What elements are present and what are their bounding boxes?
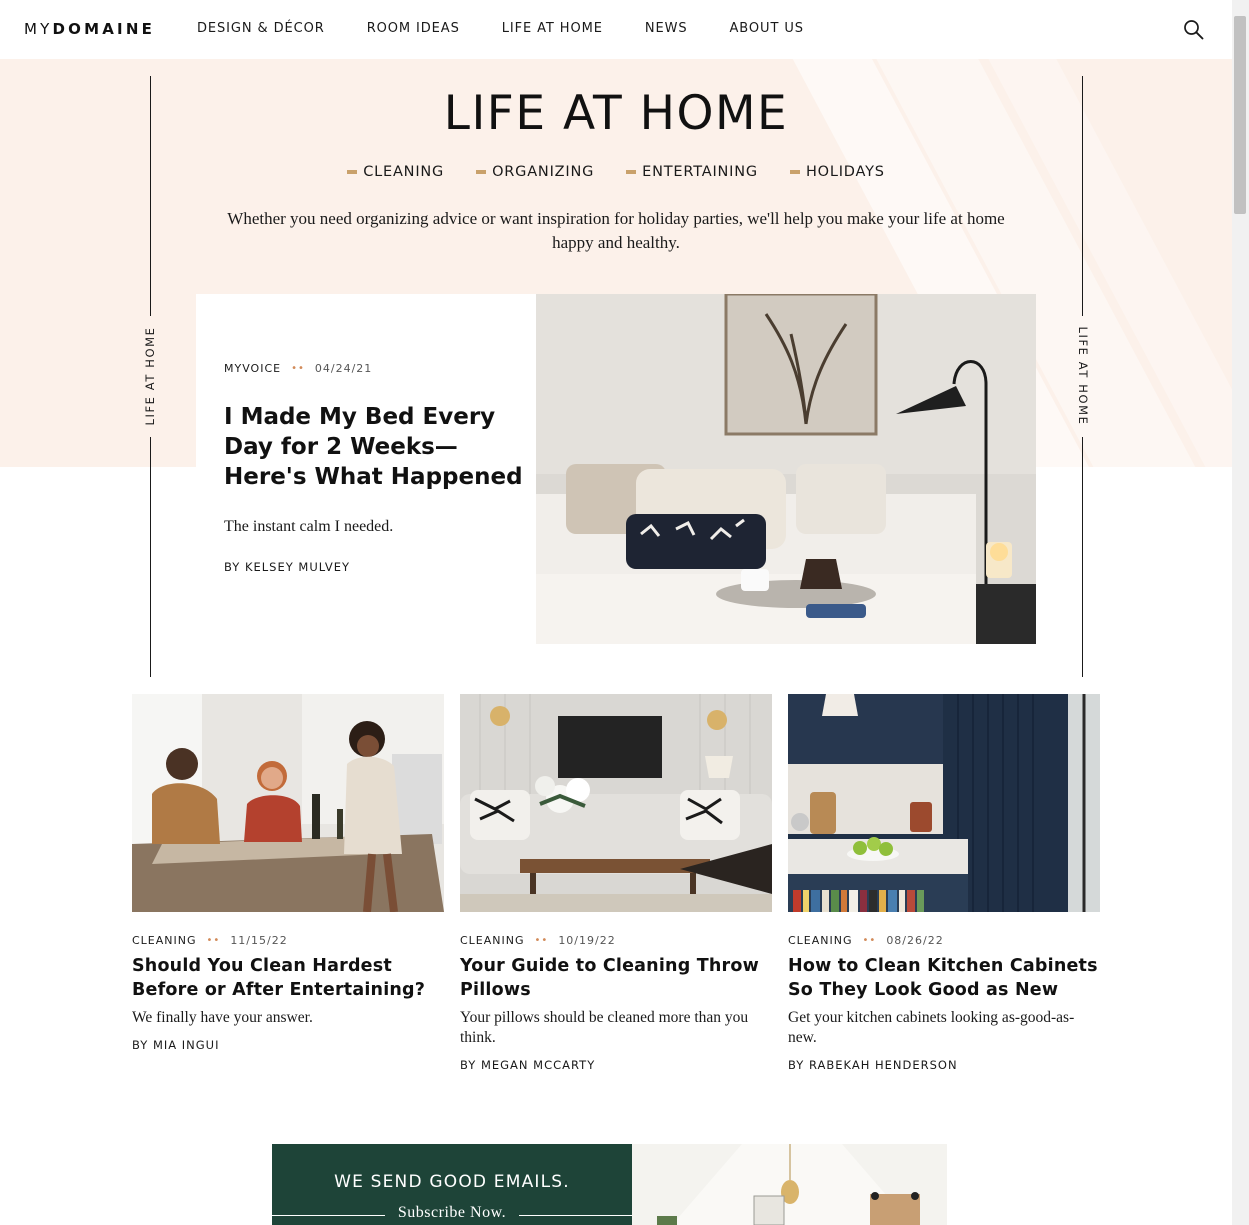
card-dek: Get your kitchen cabinets looking as-goo… xyxy=(788,1009,1075,1046)
subnav-label: HOLIDAYS xyxy=(805,164,885,180)
nav-life-at-home[interactable]: LIFE AT HOME xyxy=(502,21,603,36)
article-card[interactable]: CLEANING •• 08/26/22 How to Clean Kitche… xyxy=(788,694,1100,1072)
dinner-party-photo xyxy=(132,694,444,912)
left-side-label: LIFE AT HOME xyxy=(143,326,157,426)
featured-category[interactable]: MYVOICE xyxy=(224,362,281,375)
scrollbar-thumb[interactable] xyxy=(1234,16,1246,214)
right-side-label: LIFE AT HOME xyxy=(1076,326,1090,426)
subnav-label: CLEANING xyxy=(363,164,445,180)
dash-marker xyxy=(476,170,487,174)
card-date: 11/15/22 xyxy=(230,934,288,947)
dash-marker xyxy=(626,170,637,174)
card-date: 08/26/22 xyxy=(886,934,944,947)
card-category[interactable]: CLEANING xyxy=(132,934,197,947)
article-card[interactable]: CLEANING •• 10/19/22 Your Guide to Clean… xyxy=(460,694,772,1072)
card-meta: CLEANING •• 08/26/22 xyxy=(788,934,1100,947)
featured-byline[interactable]: BY KELSEY MULVEY xyxy=(224,560,350,574)
newsletter-promo: WE SEND GOOD EMAILS. Subscribe Now. xyxy=(272,1144,632,1225)
subnav-cleaning[interactable]: CLEANING xyxy=(347,164,444,180)
newsletter-image xyxy=(632,1144,947,1225)
newsletter-subscribe[interactable]: Subscribe Now. xyxy=(272,1204,632,1224)
search-icon xyxy=(1184,20,1204,40)
search-button[interactable] xyxy=(1182,18,1206,42)
featured-article-card[interactable]: MYVOICE •• 04/24/21 I Made My Bed Every … xyxy=(196,294,536,644)
card-title[interactable]: How to Clean Kitchen Cabinets So They Lo… xyxy=(788,954,1100,1002)
card-image-dinner-party[interactable] xyxy=(132,694,444,912)
card-meta: CLEANING •• 10/19/22 xyxy=(460,934,772,947)
nav-news[interactable]: NEWS xyxy=(645,21,688,36)
article-card[interactable]: CLEANING •• 11/15/22 Should You Clean Ha… xyxy=(132,694,444,1052)
kitchen-photo xyxy=(788,694,1100,912)
meta-dots: •• xyxy=(534,935,549,946)
dash-marker xyxy=(347,170,358,174)
meta-dots: •• xyxy=(291,363,305,374)
card-meta: CLEANING •• 11/15/22 xyxy=(132,934,444,947)
subnav-organizing[interactable]: ORGANIZING xyxy=(476,164,594,180)
featured-meta: MYVOICE •• 04/24/21 xyxy=(224,362,372,375)
newsletter-heading: WE SEND GOOD EMAILS. xyxy=(334,1172,570,1192)
site-logo[interactable]: MYDOMAINE xyxy=(24,20,155,38)
featured-date: 04/24/21 xyxy=(314,362,373,375)
card-category[interactable]: CLEANING xyxy=(460,934,525,947)
subscribe-link[interactable]: Subscribe Now. xyxy=(272,1204,632,1222)
card-title[interactable]: Your Guide to Cleaning Throw Pillows xyxy=(460,954,772,1002)
interior-photo xyxy=(632,1144,947,1225)
left-rail-bottom xyxy=(150,437,151,677)
site-header: MYDOMAINE DESIGN & DÉCOR ROOM IDEAS LIFE… xyxy=(0,0,1232,59)
nav-design-decor[interactable]: DESIGN & DÉCOR xyxy=(197,21,325,36)
card-image-living-room[interactable] xyxy=(460,694,772,912)
main-nav: DESIGN & DÉCOR ROOM IDEAS LIFE AT HOME N… xyxy=(197,21,846,36)
meta-dots: •• xyxy=(206,935,221,946)
featured-image-bedroom[interactable] xyxy=(536,294,1036,644)
living-room-photo xyxy=(460,694,772,912)
card-byline[interactable]: BY RABEKAH HENDERSON xyxy=(788,1058,1100,1072)
subnav-label: ENTERTAINING xyxy=(642,164,758,180)
logo-my: MY xyxy=(24,20,53,38)
card-title[interactable]: Should You Clean Hardest Before or After… xyxy=(132,954,444,1002)
card-dek: We finally have your answer. xyxy=(132,1009,313,1026)
nav-about-us[interactable]: ABOUT US xyxy=(730,21,804,36)
subnav-holidays[interactable]: HOLIDAYS xyxy=(789,164,885,180)
dash-marker xyxy=(789,170,800,174)
section-intro: Whether you need organizing advice or wa… xyxy=(227,209,1005,252)
bedroom-photo xyxy=(536,294,1036,644)
card-byline[interactable]: BY MIA INGUI xyxy=(132,1038,444,1052)
nav-room-ideas[interactable]: ROOM IDEAS xyxy=(367,21,460,36)
subnav-label: ORGANIZING xyxy=(492,164,595,180)
logo-domaine: DOMAINE xyxy=(52,20,156,38)
featured-title[interactable]: I Made My Bed Every Day for 2 Weeks—Here… xyxy=(224,402,524,492)
page-scrollbar[interactable] xyxy=(1232,0,1249,1225)
section-subnav: CLEANING ORGANIZING ENTERTAINING HOLIDAY… xyxy=(0,164,1232,180)
divider-line xyxy=(519,1215,632,1216)
card-dek: Your pillows should be cleaned more than… xyxy=(460,1009,749,1046)
right-rail-bottom xyxy=(1082,437,1083,677)
featured-dek: The instant calm I needed. xyxy=(224,518,394,535)
page-title: LIFE AT HOME xyxy=(443,86,789,141)
subnav-entertaining[interactable]: ENTERTAINING xyxy=(626,164,758,180)
card-image-kitchen[interactable] xyxy=(788,694,1100,912)
card-category[interactable]: CLEANING xyxy=(788,934,853,947)
card-byline[interactable]: BY MEGAN MCCARTY xyxy=(460,1058,772,1072)
card-date: 10/19/22 xyxy=(558,934,616,947)
meta-dots: •• xyxy=(862,935,877,946)
